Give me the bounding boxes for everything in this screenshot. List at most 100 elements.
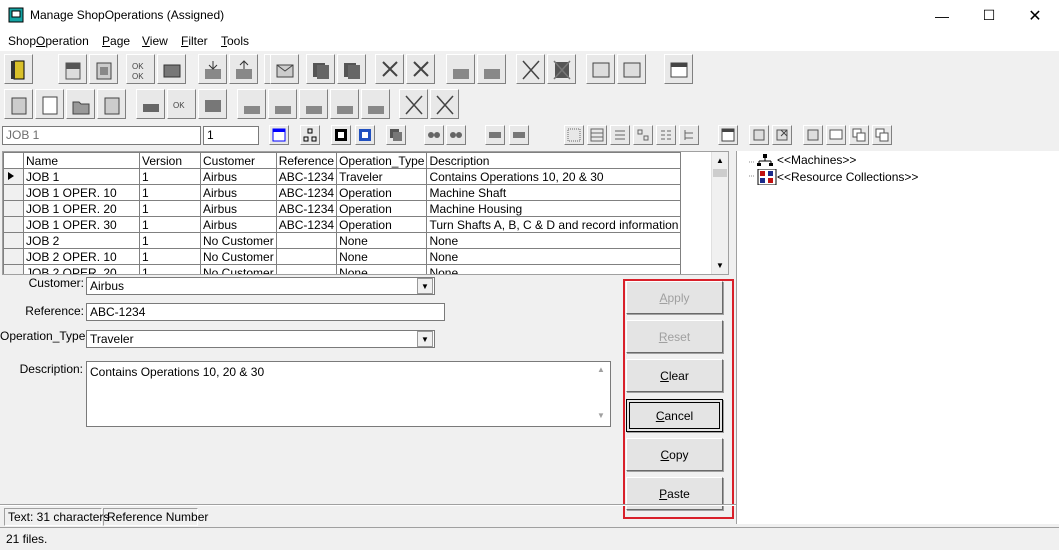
customer-combo[interactable]: Airbus ▼ — [86, 277, 435, 295]
column-header[interactable]: Operation_Type — [336, 152, 428, 169]
row-indicator[interactable] — [3, 216, 24, 233]
move-up-icon[interactable] — [446, 54, 475, 84]
row-indicator[interactable] — [3, 264, 24, 274]
paste-child-icon[interactable] — [872, 125, 892, 145]
duplicate-icon[interactable] — [306, 54, 335, 84]
table-row[interactable]: JOB 1 1 Airbus ABC-1234 Traveler Contains Ope… — [3, 168, 682, 185]
minimize-button[interactable]: — — [919, 0, 965, 31]
machine-icon[interactable] — [136, 89, 165, 119]
window-small-icon[interactable] — [718, 125, 738, 145]
duplicate-all-icon[interactable] — [337, 54, 366, 84]
detail-view-icon[interactable] — [656, 125, 676, 145]
blue-box-icon[interactable] — [355, 125, 375, 145]
current-row-indicator-icon[interactable] — [3, 168, 24, 185]
table-cell[interactable]: No Customer — [200, 264, 277, 274]
reset-button[interactable]: Reset — [626, 320, 723, 353]
cancel-button[interactable]: Cancel — [626, 399, 723, 432]
table-cell[interactable]: Airbus — [200, 168, 277, 185]
table-cell[interactable]: JOB 2 OPER. 10 — [23, 248, 140, 265]
calendar-icon[interactable] — [269, 125, 289, 145]
table-row[interactable]: JOB 2 OPER. 20 1 No Customer None None — [3, 264, 682, 274]
menu-tools[interactable]: Tools — [221, 34, 249, 48]
delete-import-icon[interactable] — [375, 54, 404, 84]
scroll-down-icon[interactable]: ▼ — [712, 257, 728, 274]
apply-button[interactable]: Apply — [626, 281, 723, 314]
hierarchy-icon[interactable] — [300, 125, 320, 145]
table-row[interactable]: JOB 1 OPER. 20 1 Airbus ABC-1234 Operation Ma… — [3, 200, 682, 217]
table-cell[interactable]: None — [336, 264, 428, 274]
remove-child-icon[interactable] — [772, 125, 792, 145]
monitor-icon[interactable] — [826, 125, 846, 145]
copy-button[interactable]: Copy — [626, 438, 723, 471]
table-cell[interactable]: 1 — [139, 264, 201, 274]
table-cell[interactable]: ABC-1234 — [275, 168, 338, 185]
check-child-icon[interactable] — [803, 125, 823, 145]
table-cell[interactable]: None — [336, 248, 428, 265]
clear-button[interactable]: Clear — [626, 359, 723, 392]
cart-icon[interactable] — [485, 125, 505, 145]
grid-scrollbar[interactable]: ▲ ▼ — [711, 152, 728, 274]
list-view-icon[interactable] — [610, 125, 630, 145]
add-child-icon[interactable] — [749, 125, 769, 145]
ok-machine-icon[interactable]: OK — [167, 89, 196, 119]
copy-child-icon[interactable] — [849, 125, 869, 145]
table-cell[interactable]: None — [426, 248, 682, 265]
machine-group-icon[interactable] — [198, 89, 227, 119]
tree-item-resource-collections[interactable]: <<Resource Collections>> — [749, 169, 918, 185]
menu-page[interactable]: Page — [102, 34, 130, 48]
menu-filter[interactable]: Filter — [181, 34, 208, 48]
cart-all-icon[interactable] — [509, 125, 529, 145]
column-header[interactable]: Customer — [200, 152, 277, 169]
table-cell[interactable]: None — [426, 264, 682, 274]
table-cell[interactable] — [275, 248, 338, 265]
table-cell[interactable]: JOB 1 — [23, 168, 140, 185]
table-row[interactable]: JOB 1 OPER. 10 1 Airbus ABC-1234 Operation Ma… — [3, 184, 682, 201]
row-indicator[interactable] — [3, 200, 24, 217]
clear-tray-icon[interactable] — [399, 89, 428, 119]
version-field[interactable]: 1 — [203, 126, 259, 145]
scroll-thumb[interactable] — [713, 169, 727, 177]
delete-icon[interactable] — [516, 54, 545, 84]
column-header[interactable]: Reference — [275, 152, 338, 169]
table-cell[interactable] — [275, 264, 338, 274]
description-scrollbar[interactable]: ▲ ▼ — [593, 362, 610, 426]
move-down-icon[interactable] — [477, 54, 506, 84]
row-indicator[interactable] — [3, 184, 24, 201]
tree-view-icon[interactable] — [679, 125, 699, 145]
import-icon[interactable] — [198, 54, 227, 84]
paste-set-icon[interactable] — [617, 54, 646, 84]
delete-all-icon[interactable] — [547, 54, 576, 84]
scroll-up-icon[interactable]: ▲ — [712, 152, 728, 169]
scroll-down-icon[interactable]: ▼ — [597, 411, 605, 420]
unload-icon[interactable] — [268, 89, 297, 119]
scroll-up-icon[interactable]: ▲ — [597, 365, 605, 374]
table-cell[interactable]: None — [336, 232, 428, 249]
ok-ok-icon[interactable]: OK OK — [126, 54, 155, 84]
chevron-down-icon[interactable]: ▼ — [417, 278, 433, 294]
grid-view-icon[interactable] — [564, 125, 584, 145]
table-row[interactable]: JOB 2 1 No Customer None None — [3, 232, 682, 249]
table-cell[interactable]: 1 — [139, 216, 201, 233]
window-icon[interactable] — [664, 54, 693, 84]
exit-door-icon[interactable] — [4, 54, 33, 84]
black-box-icon[interactable] — [331, 125, 351, 145]
table-cell[interactable]: 1 — [139, 168, 201, 185]
copy-set-icon[interactable] — [586, 54, 615, 84]
group-icon[interactable] — [424, 125, 444, 145]
table-cell[interactable] — [275, 232, 338, 249]
export-icon[interactable] — [229, 54, 258, 84]
table-cell[interactable]: ABC-1234 — [275, 216, 338, 233]
chevron-down-icon[interactable]: ▼ — [417, 331, 433, 347]
table-cell[interactable]: ABC-1234 — [275, 200, 338, 217]
delete-export-icon[interactable] — [406, 54, 435, 84]
column-header[interactable]: Name — [23, 152, 140, 169]
table-cell[interactable]: Contains Operations 10, 20 & 30 — [426, 168, 682, 185]
shop-operations-grid[interactable]: Name Version Customer Reference Operatio… — [2, 151, 729, 275]
job-name-field[interactable]: JOB 1 — [2, 126, 201, 145]
table-cell[interactable]: Machine Shaft — [426, 184, 682, 201]
table-cell[interactable]: Airbus — [200, 184, 277, 201]
gray-copy-icon[interactable] — [386, 125, 406, 145]
table-cell[interactable]: Traveler — [336, 168, 428, 185]
reference-field[interactable]: ABC-1234 — [86, 303, 445, 321]
maximize-button[interactable]: ☐ — [966, 0, 1012, 31]
